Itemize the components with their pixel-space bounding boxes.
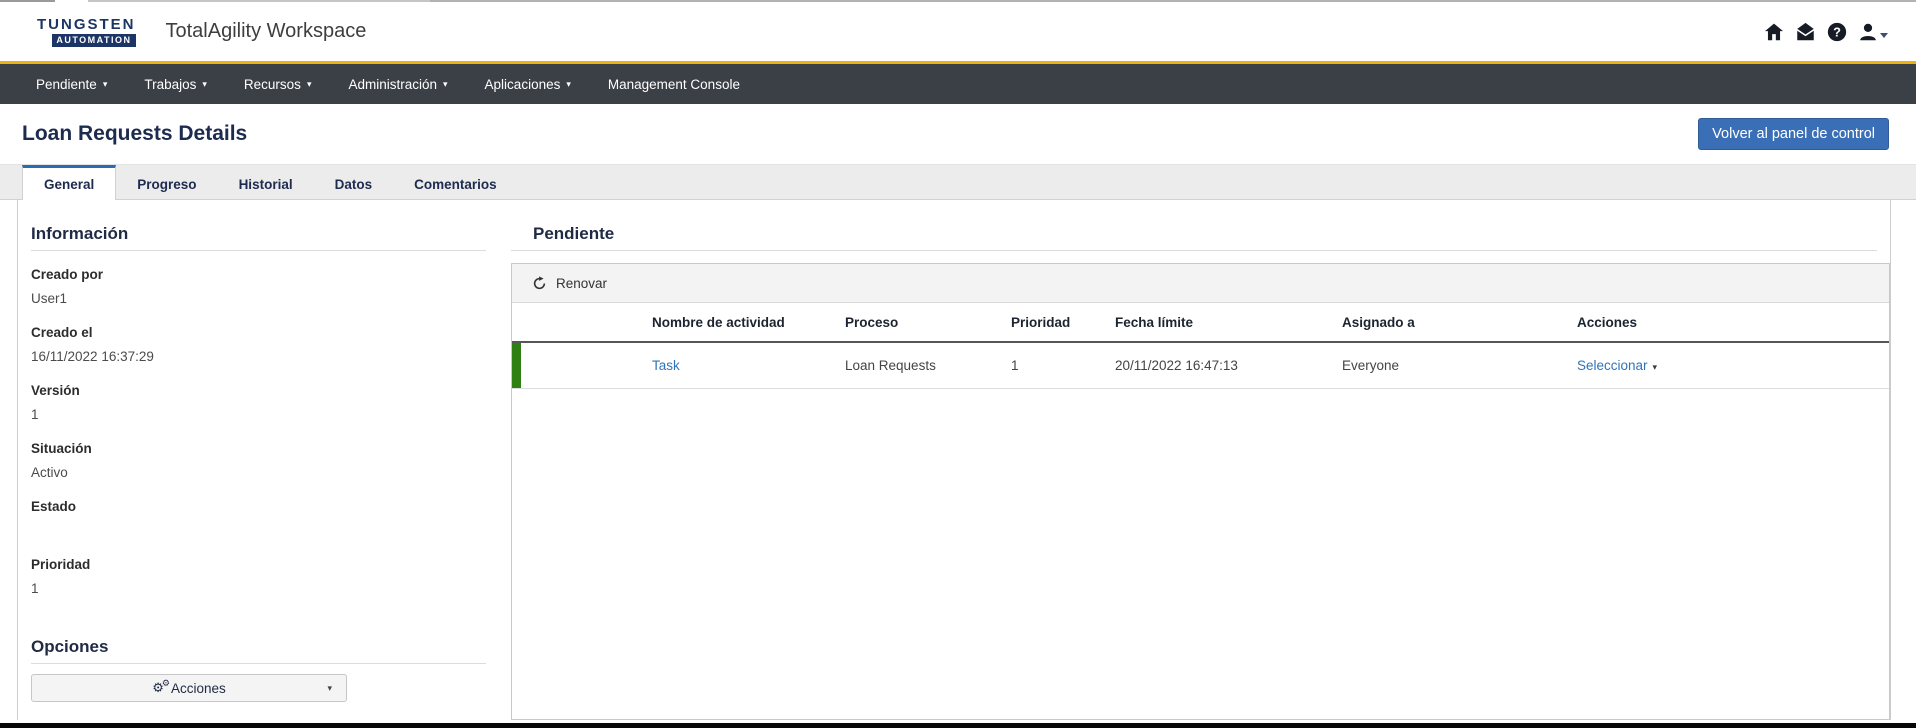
header-icons: ? — [1763, 21, 1888, 43]
field-creado-el: Creado el 16/11/2022 16:37:29 — [31, 325, 154, 364]
information-panel: Información Creado por User1 Creado el 1… — [18, 200, 511, 720]
nav-item-administracion[interactable]: Administración ▾ — [348, 77, 447, 92]
process-cell: Loan Requests — [845, 342, 1011, 389]
page-title: Loan Requests Details — [22, 122, 248, 145]
window-bottom-edge — [0, 723, 1916, 728]
divider — [31, 250, 486, 251]
mail-icon[interactable] — [1794, 21, 1817, 43]
divider — [31, 663, 486, 664]
chevron-down-icon: ▾ — [566, 78, 571, 89]
divider — [511, 250, 1877, 251]
nav-item-pendiente[interactable]: Pendiente ▾ — [36, 77, 107, 92]
column-actions: Acciones — [1577, 303, 1889, 343]
column-process: Proceso — [845, 303, 1011, 343]
app-header: TUNGSTEN AUTOMATION TotalAgility Workspa… — [0, 2, 1916, 61]
chevron-down-icon: ▾ — [1652, 362, 1658, 372]
chevron-down-icon: ▾ — [102, 78, 108, 89]
table-header-row: Nombre de actividad Proceso Prioridad Fe… — [512, 303, 1889, 343]
options-heading: Opciones — [31, 637, 109, 656]
grid-toolbar: Renovar — [512, 264, 1889, 303]
column-indicator — [512, 303, 652, 343]
due-date-cell: 20/11/2022 16:47:13 — [1115, 342, 1342, 389]
logo-text-top: TUNGSTEN — [37, 15, 136, 33]
chevron-down-icon — [1880, 33, 1888, 38]
row-indicator-cell — [512, 342, 652, 389]
pending-panel: Pendiente Renovar Nombre de actividad Pr… — [511, 200, 1890, 720]
activity-link[interactable]: Task — [652, 358, 680, 373]
refresh-icon[interactable] — [532, 275, 547, 291]
tab-strip: General Progreso Historial Datos Comenta… — [0, 164, 1916, 200]
tab-general[interactable]: General — [22, 165, 117, 200]
tab-historial[interactable]: Historial — [218, 165, 314, 200]
pending-table: Nombre de actividad Proceso Prioridad Fe… — [512, 303, 1889, 389]
page-head: Loan Requests Details Volver al panel de… — [0, 104, 1916, 164]
logo-text-bottom: AUTOMATION — [52, 33, 136, 47]
back-to-dashboard-button[interactable]: Volver al panel de control — [1698, 118, 1889, 150]
gear-icon: ⚙ — [161, 677, 170, 688]
tab-comentarios[interactable]: Comentarios — [393, 165, 518, 200]
pending-grid: Renovar Nombre de actividad Proceso Prio… — [511, 263, 1890, 720]
chevron-down-icon: ▾ — [327, 682, 332, 693]
field-situacion: Situación Activo — [31, 441, 92, 480]
chevron-down-icon: ▾ — [202, 78, 207, 89]
main-navbar: Pendiente ▾ Trabajos ▾ Recursos ▾ Admini… — [0, 61, 1916, 104]
nav-item-recursos[interactable]: Recursos ▾ — [244, 77, 312, 92]
tungsten-logo: TUNGSTEN AUTOMATION — [37, 15, 136, 47]
actions-button-label: Acciones — [170, 680, 226, 696]
field-prioridad: Prioridad 1 — [31, 557, 91, 596]
options-section: Opciones ⚙ ⚙ Acciones ▾ — [31, 637, 511, 702]
chevron-down-icon: ▾ — [306, 78, 312, 89]
table-row[interactable]: Task Loan Requests 1 20/11/2022 16:47:13… — [512, 342, 1889, 389]
home-icon[interactable] — [1763, 21, 1785, 43]
nav-item-management-console[interactable]: Management Console — [608, 77, 746, 92]
column-priority: Prioridad — [1011, 303, 1115, 343]
seleccionar-dropdown[interactable]: Seleccionar ▾ — [1577, 358, 1657, 373]
tab-datos[interactable]: Datos — [314, 165, 394, 200]
nav-item-aplicaciones[interactable]: Aplicaciones ▾ — [485, 77, 571, 92]
column-due-date: Fecha límite — [1115, 303, 1342, 343]
status-indicator-green — [512, 343, 521, 388]
user-icon — [1860, 23, 1876, 40]
column-activity-name: Nombre de actividad — [652, 303, 845, 343]
priority-cell: 1 — [1011, 342, 1115, 389]
column-assigned-to: Asignado a — [1342, 303, 1577, 343]
user-menu[interactable] — [1857, 21, 1888, 43]
field-estado: Estado — [31, 499, 77, 514]
assigned-to-cell: Everyone — [1342, 342, 1577, 389]
nav-item-trabajos[interactable]: Trabajos ▾ — [144, 77, 207, 92]
actions-dropdown-button[interactable]: ⚙ ⚙ Acciones ▾ — [31, 674, 347, 702]
help-icon[interactable]: ? — [1826, 21, 1848, 43]
chevron-down-icon: ▾ — [443, 78, 448, 89]
refresh-button[interactable]: Renovar — [556, 276, 607, 291]
field-creado-por: Creado por User1 — [31, 267, 104, 306]
tab-content: Información Creado por User1 Creado el 1… — [17, 200, 1891, 720]
app-title: TotalAgility Workspace — [165, 20, 367, 42]
field-version: Versión 1 — [31, 383, 80, 422]
tab-progreso[interactable]: Progreso — [116, 165, 217, 200]
pending-heading: Pendiente — [533, 224, 615, 243]
question-glyph: ? — [1833, 24, 1841, 39]
information-heading: Información — [31, 224, 129, 243]
